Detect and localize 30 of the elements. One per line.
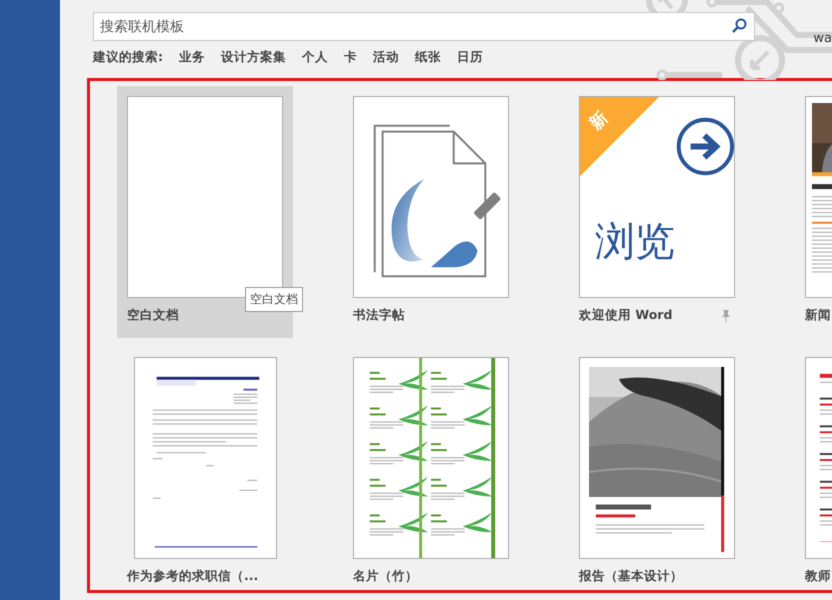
template-tile[interactable]: 教师 — [795, 347, 832, 590]
browse-caption: 浏览 — [595, 222, 675, 262]
suggestion-link[interactable]: 日历 — [457, 49, 483, 66]
tooltip: 空白文档 — [245, 287, 303, 312]
account-name[interactable]: wa — [813, 31, 832, 46]
template-title: 书法字帖 — [353, 307, 405, 324]
template-title: 作为参考的求职信（... — [127, 568, 258, 585]
suggestion-link[interactable]: 设计方案集 — [221, 49, 286, 66]
template-tile[interactable]: 书法字帖 — [343, 86, 519, 338]
suggestion-link[interactable]: 卡 — [344, 49, 357, 66]
template-title: 名片（竹） — [353, 568, 418, 585]
template-title: 欢迎使用 Word — [579, 307, 672, 324]
template-tile[interactable]: 新闻 — [795, 86, 832, 338]
search-icon[interactable] — [731, 18, 747, 34]
suggestions-label: 建议的搜索: — [93, 49, 163, 66]
template-tile[interactable]: 作为参考的求职信（... — [117, 347, 293, 590]
suggestion-link[interactable]: 业务 — [179, 49, 205, 66]
template-title: 新闻 — [805, 307, 831, 324]
template-title: 教师 — [805, 568, 831, 585]
template-title: 空白文档 — [127, 307, 179, 324]
new-label: 新 — [584, 106, 613, 135]
search-field[interactable]: 搜索联机模板 — [93, 12, 755, 41]
template-tile[interactable]: 报告（基本设计） — [569, 347, 745, 590]
template-tile[interactable]: 新 浏览 欢迎使用 Word — [569, 86, 745, 338]
arrow-circle-icon — [676, 118, 734, 176]
suggestion-link[interactable]: 纸张 — [415, 49, 441, 66]
template-title: 报告（基本设计） — [579, 568, 683, 585]
suggestion-link[interactable]: 活动 — [373, 49, 399, 66]
suggestion-link[interactable]: 个人 — [302, 49, 328, 66]
template-tile[interactable]: 名片（竹） — [343, 347, 519, 590]
